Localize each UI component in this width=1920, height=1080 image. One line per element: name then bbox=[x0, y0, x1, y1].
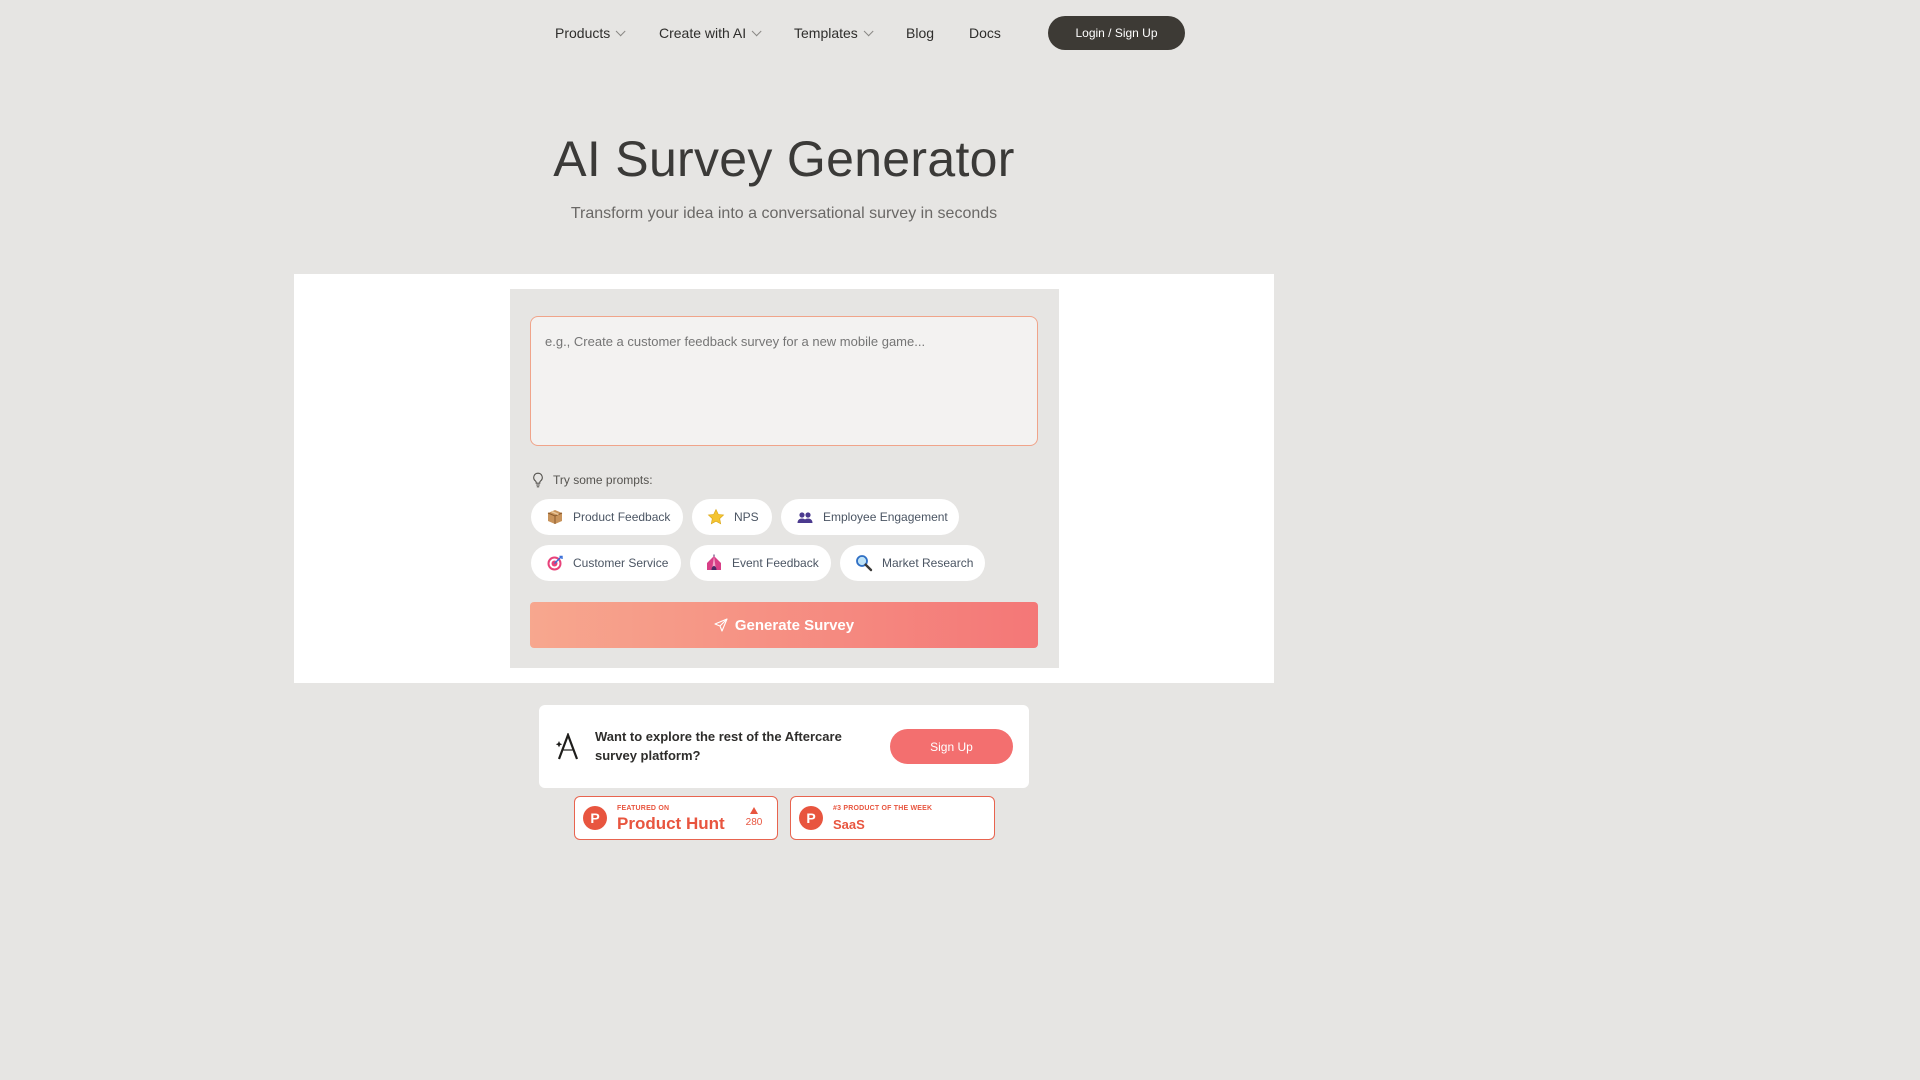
prompt-chip-employee-engagement[interactable]: Employee Engagement bbox=[781, 499, 959, 535]
prompt-chip-label: NPS bbox=[734, 510, 759, 524]
chevron-down-icon bbox=[615, 25, 626, 36]
try-prompts-label: Try some prompts: bbox=[553, 473, 653, 487]
product-hunt-week-badge[interactable]: P #3 PRODUCT OF THE WEEK SaaS bbox=[790, 796, 995, 840]
prompt-chip-label: Product Feedback bbox=[573, 510, 671, 524]
nav-blog-label: Blog bbox=[906, 25, 935, 41]
product-hunt-icon: P bbox=[799, 806, 823, 830]
badge-votes: 280 bbox=[745, 807, 763, 828]
nav-create-with-ai-label: Create with AI bbox=[659, 25, 747, 41]
prompt-chip-customer-service[interactable]: Customer Service bbox=[531, 545, 681, 581]
promo-text: Want to explore the rest of the Aftercar… bbox=[595, 729, 842, 763]
chevron-down-icon bbox=[751, 25, 762, 36]
promo-signup-button[interactable]: Sign Up bbox=[890, 729, 1013, 764]
login-signup-button[interactable]: Login / Sign Up bbox=[1048, 16, 1185, 50]
circus-tent-icon bbox=[704, 553, 724, 573]
people-icon bbox=[795, 507, 815, 527]
prompt-chip-label: Customer Service bbox=[573, 556, 669, 570]
nav-templates-label: Templates bbox=[794, 25, 858, 41]
nav-templates[interactable]: Templates bbox=[794, 16, 874, 50]
page-title: AI Survey Generator bbox=[553, 131, 1015, 187]
aftercare-logo bbox=[555, 733, 579, 760]
star-icon bbox=[706, 507, 726, 527]
prompt-chip-event-feedback[interactable]: Event Feedback bbox=[690, 545, 831, 581]
page-subtitle: Transform your idea into a conversationa… bbox=[570, 205, 998, 222]
nav-create-with-ai[interactable]: Create with AI bbox=[659, 16, 762, 50]
prompt-chip-label: Employee Engagement bbox=[823, 510, 948, 524]
badge-big-label: SaaS bbox=[833, 817, 865, 832]
chevron-down-icon bbox=[863, 25, 874, 36]
try-prompts-row: Try some prompts: bbox=[532, 471, 653, 489]
package-icon bbox=[545, 507, 565, 527]
lightbulb-icon bbox=[533, 472, 543, 488]
prompt-chip-product-feedback[interactable]: Product Feedback bbox=[531, 499, 683, 535]
magnifier-icon bbox=[854, 553, 874, 573]
upvote-arrow-icon bbox=[750, 807, 758, 814]
product-hunt-featured-badge[interactable]: P FEATURED ON Product Hunt 280 bbox=[574, 796, 778, 840]
target-icon bbox=[545, 553, 565, 573]
badge-votes-count: 280 bbox=[745, 817, 763, 828]
badge-big-label: Product Hunt bbox=[617, 814, 725, 833]
prompt-chip-label: Market Research bbox=[882, 556, 974, 570]
product-hunt-icon: P bbox=[583, 806, 607, 830]
generate-survey-label: Generate Survey bbox=[734, 616, 855, 634]
nav-blog[interactable]: Blog bbox=[906, 16, 934, 50]
nav-docs[interactable]: Docs bbox=[969, 16, 1001, 50]
prompt-chip-nps[interactable]: NPS bbox=[692, 499, 772, 535]
badge-small-label: FEATURED ON bbox=[617, 805, 670, 812]
survey-prompt-input[interactable] bbox=[530, 316, 1038, 446]
nav-products[interactable]: Products bbox=[555, 16, 626, 50]
send-icon bbox=[714, 618, 728, 632]
generate-survey-button[interactable]: Generate Survey bbox=[530, 602, 1038, 648]
nav-docs-label: Docs bbox=[969, 25, 1001, 41]
prompt-chip-label: Event Feedback bbox=[732, 556, 819, 570]
top-nav: Products Create with AI Templates Blog D… bbox=[0, 16, 1568, 52]
prompt-chip-market-research[interactable]: Market Research bbox=[840, 545, 985, 581]
nav-products-label: Products bbox=[555, 25, 611, 41]
badge-small-label: #3 PRODUCT OF THE WEEK bbox=[833, 805, 933, 812]
